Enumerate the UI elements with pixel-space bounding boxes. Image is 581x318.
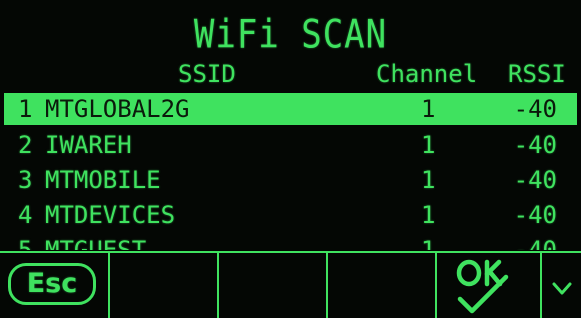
- table-header: SSID Channel RSSI: [0, 60, 581, 90]
- column-header-rssi: RSSI: [508, 60, 566, 88]
- row-index: 3: [18, 166, 33, 194]
- row-rssi: -40: [513, 236, 557, 250]
- row-ssid: MTGUEST: [45, 236, 147, 250]
- esc-button[interactable]: Esc: [8, 263, 96, 305]
- row-channel: 1: [421, 131, 436, 159]
- column-header-channel: Channel: [376, 60, 478, 88]
- column-header-ssid: SSID: [178, 60, 236, 88]
- network-list[interactable]: 1 MTGLOBAL2G 1 -40 2 IWAREH 1 -40 3 MTMO…: [0, 93, 581, 250]
- row-ssid: IWAREH: [45, 131, 132, 159]
- screen-title: WiFi SCAN: [193, 12, 388, 58]
- softkey-ok[interactable]: [437, 253, 542, 318]
- row-index: 2: [18, 131, 33, 159]
- row-rssi: -40: [513, 95, 557, 123]
- row-ssid: MTMOBILE: [45, 166, 161, 194]
- row-rssi: -40: [513, 166, 557, 194]
- network-row[interactable]: 2 IWAREH 1 -40: [0, 129, 581, 161]
- row-index: 5: [18, 236, 33, 250]
- row-index: 1: [18, 95, 33, 123]
- row-ssid: MTGLOBAL2G: [45, 95, 190, 123]
- row-channel: 1: [421, 201, 436, 229]
- row-channel: 1: [421, 95, 436, 123]
- chevron-down-icon[interactable]: [552, 281, 572, 297]
- device-frame: WiFi SCAN SSID Channel RSSI 1 MTGLOBAL2G…: [0, 0, 581, 318]
- network-row-selected[interactable]: 1 MTGLOBAL2G 1 -40: [4, 93, 577, 125]
- row-rssi: -40: [513, 201, 557, 229]
- row-channel: 1: [421, 166, 436, 194]
- display-screen: WiFi SCAN SSID Channel RSSI 1 MTGLOBAL2G…: [0, 0, 581, 318]
- row-index: 4: [18, 201, 33, 229]
- ok-check-icon[interactable]: [454, 259, 524, 317]
- network-row[interactable]: 3 MTMOBILE 1 -40: [0, 164, 581, 196]
- row-ssid: MTDEVICES: [45, 201, 176, 229]
- row-rssi: -40: [513, 131, 557, 159]
- network-row-partial[interactable]: 5 MTGUEST 1 -40: [0, 234, 581, 250]
- softkey-empty-3[interactable]: [219, 253, 328, 318]
- softkey-empty-4[interactable]: [328, 253, 437, 318]
- softkey-more[interactable]: [542, 253, 581, 318]
- softkey-empty-2[interactable]: [110, 253, 219, 318]
- row-channel: 1: [421, 236, 436, 250]
- softkey-bar: Esc: [0, 251, 581, 318]
- softkey-esc[interactable]: Esc: [0, 253, 110, 318]
- network-row[interactable]: 4 MTDEVICES 1 -40: [0, 199, 581, 231]
